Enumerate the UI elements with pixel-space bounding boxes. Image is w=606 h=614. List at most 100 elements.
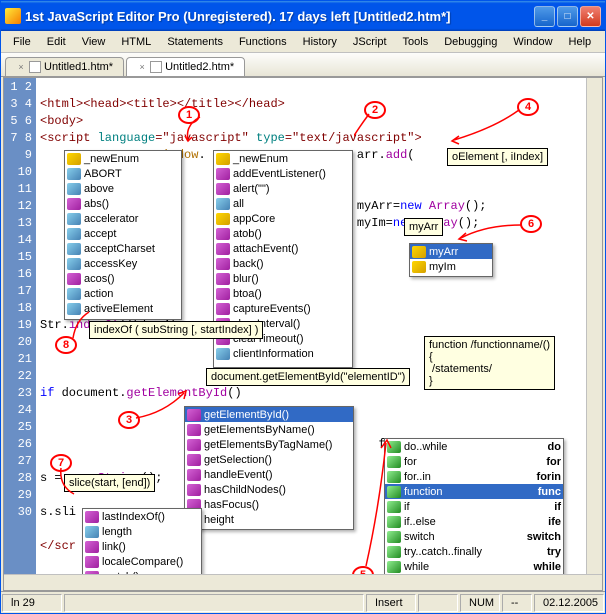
close-button[interactable]: ✕ bbox=[580, 6, 601, 27]
annotation-7: 7 bbox=[50, 454, 72, 472]
list-item[interactable]: length bbox=[83, 524, 201, 539]
list-item[interactable]: alert("") bbox=[214, 181, 352, 196]
tab-close-icon[interactable]: × bbox=[16, 62, 26, 72]
list-item[interactable]: accept bbox=[65, 226, 181, 241]
list-item[interactable]: _newEnum bbox=[65, 151, 181, 166]
list-item[interactable]: acceptCharset bbox=[65, 241, 181, 256]
meth-icon bbox=[187, 409, 201, 421]
list-item[interactable]: height bbox=[185, 512, 353, 527]
list-item[interactable]: handleEvent() bbox=[185, 467, 353, 482]
tab-close-icon[interactable]: × bbox=[137, 62, 147, 72]
autocomplete-list-window[interactable]: _newEnumABORTaboveabs()acceleratoraccept… bbox=[64, 150, 182, 320]
app-icon bbox=[5, 8, 21, 24]
list-item[interactable]: _newEnum bbox=[214, 151, 352, 166]
list-item[interactable]: captureEvents() bbox=[214, 301, 352, 316]
annotation-6: 6 bbox=[520, 215, 542, 233]
scrollbar-horizontal[interactable] bbox=[4, 574, 602, 590]
meth-icon bbox=[67, 273, 81, 285]
list-item[interactable]: getElementById() bbox=[185, 407, 353, 422]
key-icon bbox=[387, 531, 401, 543]
menu-statements[interactable]: Statements bbox=[159, 34, 231, 50]
list-item[interactable]: whilewhile bbox=[385, 559, 563, 574]
autocomplete-list-vars[interactable]: myArrmyIm bbox=[409, 243, 493, 277]
autocomplete-list-document[interactable]: getElementById()getElementsByName()getEl… bbox=[184, 406, 354, 530]
autocomplete-list-keywords[interactable]: do..whiledoforforfor..inforinfunctionfun… bbox=[384, 438, 564, 591]
list-item[interactable]: acos() bbox=[65, 271, 181, 286]
list-item[interactable]: getElementsByTagName() bbox=[185, 437, 353, 452]
list-item[interactable]: hasChildNodes() bbox=[185, 482, 353, 497]
list-item[interactable]: appCore bbox=[214, 211, 352, 226]
list-item[interactable]: back() bbox=[214, 256, 352, 271]
list-item[interactable]: hasFocus() bbox=[185, 497, 353, 512]
menu-functions[interactable]: Functions bbox=[231, 34, 295, 50]
key-icon bbox=[387, 456, 401, 468]
list-item[interactable]: getElementsByName() bbox=[185, 422, 353, 437]
list-item[interactable]: accessKey bbox=[65, 256, 181, 271]
meth-icon bbox=[216, 288, 230, 300]
minimize-button[interactable]: _ bbox=[534, 6, 555, 27]
list-item[interactable]: attachEvent() bbox=[214, 241, 352, 256]
prop-icon bbox=[67, 258, 81, 270]
list-item[interactable]: addEventListener() bbox=[214, 166, 352, 181]
list-item[interactable]: for..inforin bbox=[385, 469, 563, 484]
status-date: 02.12.2005 bbox=[534, 594, 604, 612]
status-num: NUM bbox=[460, 594, 500, 612]
meth-icon bbox=[216, 168, 230, 180]
menu-jscript[interactable]: JScript bbox=[345, 34, 395, 50]
list-item[interactable]: ifif bbox=[385, 499, 563, 514]
list-item[interactable]: link() bbox=[83, 539, 201, 554]
status-empty1 bbox=[418, 594, 458, 612]
editor[interactable]: 1 2 3 4 5 6 7 8 9 10 11 12 13 14 15 16 1… bbox=[3, 77, 603, 591]
tooltip-myarr: myArr bbox=[404, 218, 443, 236]
list-item[interactable]: all bbox=[214, 196, 352, 211]
list-item[interactable]: functionfunc bbox=[385, 484, 563, 499]
list-item[interactable]: atob() bbox=[214, 226, 352, 241]
list-item[interactable]: blur() bbox=[214, 271, 352, 286]
menu-debugging[interactable]: Debugging bbox=[436, 34, 505, 50]
list-item[interactable]: activeElement bbox=[65, 301, 181, 316]
list-item[interactable]: try..catch..finallytry bbox=[385, 544, 563, 559]
tooltip-getelementbyid: document.getElementById("elementID") bbox=[206, 368, 410, 386]
tab[interactable]: ×Untitled2.htm* bbox=[126, 57, 245, 76]
obj-icon bbox=[216, 213, 230, 225]
menu-view[interactable]: View bbox=[74, 34, 114, 50]
list-item[interactable]: btoa() bbox=[214, 286, 352, 301]
tab[interactable]: × Untitled1.htm* bbox=[5, 57, 124, 76]
menu-file[interactable]: File bbox=[5, 34, 39, 50]
scrollbar-vertical[interactable] bbox=[586, 78, 602, 574]
list-item[interactable]: forfor bbox=[385, 454, 563, 469]
obj-icon bbox=[67, 153, 81, 165]
code-line: <body> bbox=[40, 114, 83, 128]
list-item[interactable]: do..whiledo bbox=[385, 439, 563, 454]
menu-edit[interactable]: Edit bbox=[39, 34, 74, 50]
list-item[interactable]: above bbox=[65, 181, 181, 196]
list-item[interactable]: abs() bbox=[65, 196, 181, 211]
list-item[interactable]: myIm bbox=[410, 259, 492, 274]
document-icon bbox=[29, 61, 41, 73]
list-item[interactable]: lastIndexOf() bbox=[83, 509, 201, 524]
obj-icon bbox=[412, 261, 426, 273]
list-item[interactable]: getSelection() bbox=[185, 452, 353, 467]
list-item[interactable]: action bbox=[65, 286, 181, 301]
menu-tools[interactable]: Tools bbox=[395, 34, 437, 50]
prop-icon bbox=[67, 183, 81, 195]
list-item[interactable]: ABORT bbox=[65, 166, 181, 181]
menu-window[interactable]: Window bbox=[505, 34, 560, 50]
list-item[interactable]: myArr bbox=[410, 244, 492, 259]
list-item[interactable]: switchswitch bbox=[385, 529, 563, 544]
tooltip-indexof: indexOf ( subString [, startIndex] ) bbox=[89, 321, 263, 339]
status-spacer bbox=[64, 594, 364, 612]
list-item[interactable]: localeCompare() bbox=[83, 554, 201, 569]
menu-help[interactable]: Help bbox=[561, 34, 600, 50]
prop-icon bbox=[67, 168, 81, 180]
document-icon bbox=[150, 61, 162, 73]
maximize-button[interactable]: □ bbox=[557, 6, 578, 27]
list-item[interactable]: accelerator bbox=[65, 211, 181, 226]
tabbar: × Untitled1.htm* ×Untitled2.htm* bbox=[1, 53, 605, 77]
list-item[interactable]: if..elseife bbox=[385, 514, 563, 529]
tab-label: Untitled1.htm* bbox=[44, 61, 113, 73]
menu-html[interactable]: HTML bbox=[113, 34, 159, 50]
meth-icon bbox=[216, 303, 230, 315]
list-item[interactable]: clientInformation bbox=[214, 346, 352, 361]
menu-history[interactable]: History bbox=[295, 34, 345, 50]
